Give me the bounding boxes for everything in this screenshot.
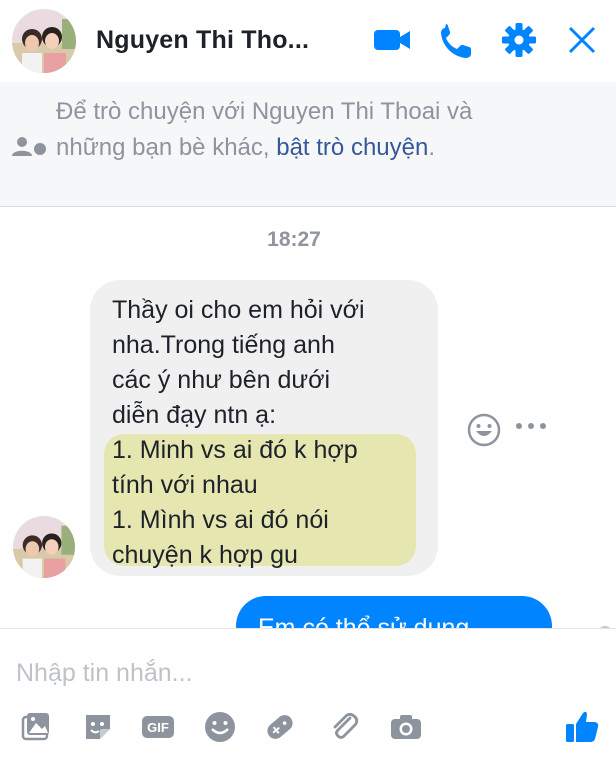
sticker-icon <box>86 715 110 739</box>
game-controller-icon <box>267 715 293 739</box>
photo-button[interactable] <box>18 709 54 745</box>
gif-button[interactable]: GIF <box>140 709 176 745</box>
contact-name[interactable]: Nguyen Thi Tho... <box>96 26 309 55</box>
message-input[interactable] <box>14 655 578 691</box>
message-line: chuyện k hợp gu <box>112 541 298 569</box>
attach-file-button[interactable] <box>326 709 362 745</box>
message-line: Thầy oi cho em hỏi với <box>112 296 365 324</box>
enable-chat-link[interactable]: bật trò chuyện <box>276 134 428 161</box>
avatar[interactable] <box>12 9 76 73</box>
emoji-button[interactable] <box>202 709 238 745</box>
message-line: tính với nhau <box>112 471 258 499</box>
composer-toolbar: GIF <box>0 705 616 753</box>
message-line: 1. Minh vs ai đó k hợp <box>112 436 358 464</box>
outgoing-message-text: Em có thể sử dụng <box>258 614 470 628</box>
sticker-button[interactable] <box>80 709 116 745</box>
camera-icon <box>391 715 421 739</box>
emoji-icon <box>205 712 235 742</box>
thumbs-up-icon <box>566 711 599 742</box>
message-line: nha.Trong tiếng anh <box>112 331 335 359</box>
video-call-button[interactable] <box>370 20 414 60</box>
message-line: diễn đạy ntn ạ: <box>112 401 277 429</box>
voice-call-button[interactable] <box>434 20 478 60</box>
incoming-message-bubble[interactable]: Thầy oi cho em hỏi với nha.Trong tiếng a… <box>90 280 438 576</box>
chat-header: Nguyen Thi Tho... <box>0 0 616 83</box>
gear-icon <box>502 23 536 57</box>
video-camera-icon <box>374 30 410 50</box>
chat-off-notice: Để trò chuyện với Nguyen Thi Thoai và nh… <box>0 82 616 207</box>
settings-button[interactable] <box>497 20 541 60</box>
sender-avatar[interactable] <box>13 516 75 578</box>
camera-button[interactable] <box>388 709 424 745</box>
more-options-icon[interactable] <box>514 416 548 436</box>
svg-text:GIF: GIF <box>147 720 169 735</box>
outgoing-message-bubble[interactable]: Em có thể sử dụng <box>236 596 552 628</box>
people-icon <box>12 137 46 156</box>
chat-window: Nguyen Thi Tho... Để trò chuyện với Nguy… <box>0 0 616 763</box>
paperclip-icon <box>333 712 359 739</box>
phone-icon <box>441 24 471 58</box>
message-line: các ý như bên dưới <box>112 366 331 394</box>
composer: GIF <box>0 628 616 763</box>
game-button[interactable] <box>262 709 298 745</box>
like-button[interactable] <box>562 707 602 747</box>
close-icon <box>568 26 596 54</box>
message-line: 1. Mình vs ai đó nói <box>112 506 329 534</box>
message-timestamp: 18:27 <box>267 228 321 251</box>
photo-icon <box>21 713 49 741</box>
gif-icon: GIF <box>142 716 174 738</box>
close-button[interactable] <box>560 20 604 60</box>
smiley-react-icon[interactable] <box>466 412 502 448</box>
notice-text: Để trò chuyện với Nguyen Thi Thoai và nh… <box>56 98 473 161</box>
message-list[interactable]: 18:27 Thầy oi cho em hỏi với nha.Trong t… <box>0 206 616 628</box>
